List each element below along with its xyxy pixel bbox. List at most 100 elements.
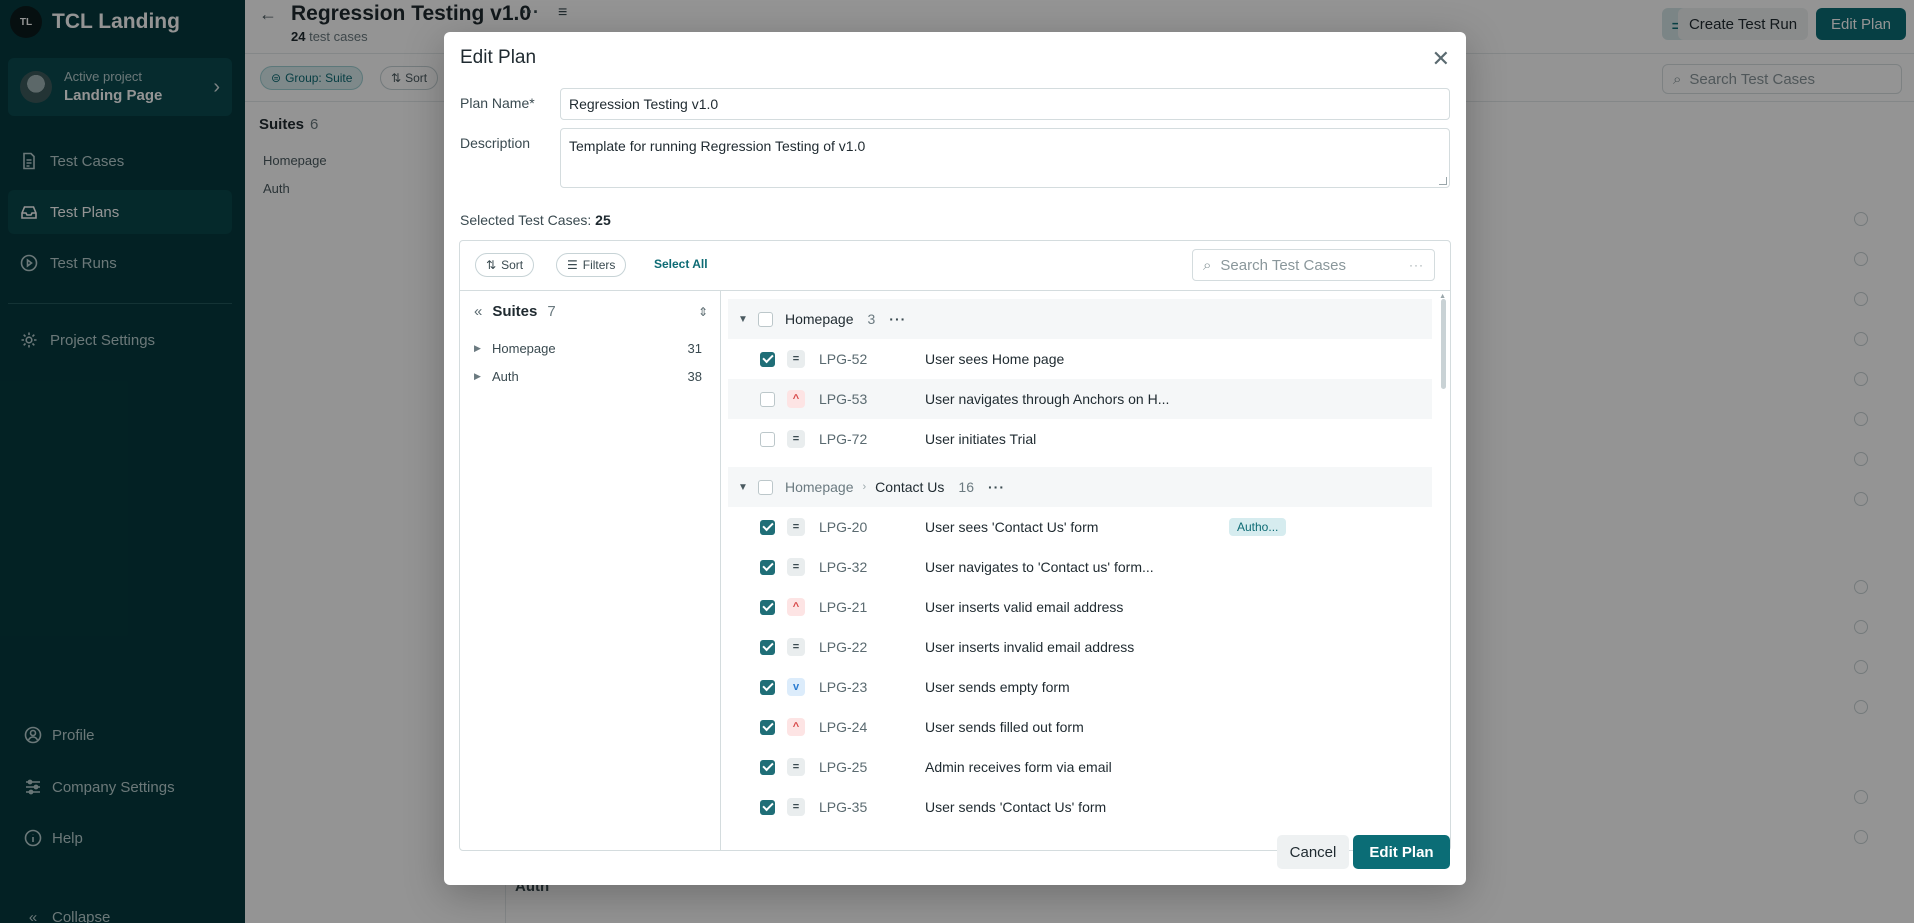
case-title: User sends empty form bbox=[925, 679, 1070, 695]
case-checkbox[interactable] bbox=[760, 559, 775, 575]
case-id: LPG-21 bbox=[819, 599, 868, 615]
test-case-row[interactable]: = LPG-25 Admin receives form via email bbox=[728, 747, 1432, 787]
case-title: User sees 'Contact Us' form bbox=[925, 519, 1099, 535]
more-options-icon[interactable]: ··· bbox=[988, 479, 1005, 495]
case-id: LPG-23 bbox=[819, 679, 868, 695]
tag-badge: Autho... bbox=[1229, 518, 1287, 536]
test-case-row[interactable]: = LPG-20 User sees 'Contact Us' form Autho.… bbox=[728, 507, 1432, 547]
case-checkbox[interactable] bbox=[760, 431, 775, 447]
picker-toolbar: ⇅ Sort ☰ Filters Select All ⌕ Search Test … bbox=[460, 241, 1450, 291]
suite-group-header[interactable]: ▼ Homepage › Contact Us 16 ··· bbox=[728, 467, 1432, 507]
case-id: LPG-53 bbox=[819, 391, 868, 407]
case-checkbox[interactable] bbox=[760, 639, 775, 655]
suites-title: Suites bbox=[492, 303, 538, 320]
group-checkbox[interactable] bbox=[758, 479, 773, 495]
priority-high-icon: ^ bbox=[787, 718, 805, 736]
test-case-row[interactable]: ^ LPG-24 User sends filled out form bbox=[728, 707, 1432, 747]
case-checkbox[interactable] bbox=[760, 519, 775, 535]
priority-high-icon: ^ bbox=[787, 390, 805, 408]
case-id: LPG-52 bbox=[819, 351, 868, 367]
suites-tree: « Suites 7 ⇕ ▶ Homepage 31 ▶ Auth 38 bbox=[460, 291, 721, 850]
chevron-right-icon: › bbox=[862, 481, 867, 493]
case-checkbox[interactable] bbox=[760, 799, 775, 815]
group-checkbox[interactable] bbox=[758, 311, 773, 327]
suite-group-header[interactable]: ▼ Homepage 3 ··· bbox=[728, 299, 1432, 339]
priority-normal-icon: = bbox=[787, 518, 805, 536]
resize-handle-icon[interactable] bbox=[1439, 177, 1447, 185]
tree-item-homepage[interactable]: ▶ Homepage 31 bbox=[474, 341, 702, 356]
filters-button[interactable]: ☰ Filters bbox=[556, 253, 627, 277]
description-text: Template for running Regression Testing … bbox=[569, 138, 866, 154]
priority-normal-icon: = bbox=[787, 758, 805, 776]
more-options-icon[interactable]: ··· bbox=[1409, 258, 1424, 272]
case-title: User inserts valid email address bbox=[925, 599, 1124, 615]
more-options-icon[interactable]: ··· bbox=[889, 311, 906, 327]
case-title: User sees Home page bbox=[925, 351, 1065, 367]
case-checkbox[interactable] bbox=[760, 719, 775, 735]
sort-button[interactable]: ⇅ Sort bbox=[475, 253, 535, 277]
group-count: 3 bbox=[867, 311, 876, 327]
suites-count: 7 bbox=[547, 303, 556, 320]
case-title: Admin receives form via email bbox=[925, 759, 1112, 775]
description-label: Description bbox=[460, 135, 531, 151]
test-case-row[interactable]: ^ LPG-21 User inserts valid email address bbox=[728, 587, 1432, 627]
save-plan-button[interactable]: Edit Plan bbox=[1353, 835, 1450, 869]
priority-normal-icon: = bbox=[787, 638, 805, 656]
select-all-link[interactable]: Select All bbox=[654, 257, 708, 271]
case-checkbox[interactable] bbox=[760, 391, 775, 407]
scrollbar[interactable] bbox=[1441, 299, 1446, 389]
dialog-title: Edit Plan bbox=[460, 47, 537, 68]
priority-normal-icon: = bbox=[787, 430, 805, 448]
plan-name-label: Plan Name* bbox=[460, 95, 535, 111]
double-chevron-left-icon[interactable]: « bbox=[474, 303, 482, 320]
search-icon: ⌕ bbox=[1203, 256, 1212, 274]
filter-icon: ☰ bbox=[567, 258, 578, 272]
test-case-row[interactable]: = LPG-72 User initiates Trial bbox=[728, 419, 1432, 459]
tree-item-auth[interactable]: ▶ Auth 38 bbox=[474, 369, 702, 384]
selected-test-cases-count: Selected Test Cases: 25 bbox=[460, 212, 611, 228]
caret-down-icon[interactable]: ▼ bbox=[738, 482, 758, 493]
description-textarea[interactable]: Template for running Regression Testing … bbox=[560, 128, 1450, 188]
case-id: LPG-25 bbox=[819, 759, 868, 775]
test-case-picker: ⇅ Sort ☰ Filters Select All ⌕ Search Test … bbox=[459, 240, 1451, 851]
test-case-row[interactable]: = LPG-32 User navigates to 'Contact us' fo… bbox=[728, 547, 1432, 587]
priority-high-icon: ^ bbox=[787, 598, 805, 616]
case-id: LPG-22 bbox=[819, 639, 868, 655]
breadcrumb[interactable]: Homepage bbox=[785, 479, 854, 495]
priority-normal-icon: = bbox=[787, 350, 805, 368]
case-checkbox[interactable] bbox=[760, 599, 775, 615]
caret-down-icon[interactable]: ▼ bbox=[738, 314, 758, 325]
test-case-row[interactable]: = LPG-35 User sends 'Contact Us' form bbox=[728, 787, 1432, 827]
suites-tree-header: « Suites 7 ⇕ bbox=[474, 303, 708, 320]
case-id: LPG-20 bbox=[819, 519, 868, 535]
priority-normal-icon: = bbox=[787, 798, 805, 816]
case-title: User sends filled out form bbox=[925, 719, 1084, 735]
edit-plan-dialog: Edit Plan ✕ Plan Name* Regression Testin… bbox=[444, 32, 1466, 885]
case-title: User navigates through Anchors on H... bbox=[925, 391, 1170, 407]
picker-search-input[interactable]: ⌕ Search Test Cases ··· bbox=[1192, 249, 1435, 281]
case-title: User sends 'Contact Us' form bbox=[925, 799, 1107, 815]
case-id: LPG-35 bbox=[819, 799, 868, 815]
case-checkbox[interactable] bbox=[760, 679, 775, 695]
test-case-row[interactable]: ^ LPG-53 User navigates through Anchors on… bbox=[728, 379, 1432, 419]
caret-right-icon[interactable]: ▶ bbox=[474, 343, 492, 354]
case-id: LPG-24 bbox=[819, 719, 868, 735]
test-case-row[interactable]: = LPG-22 User inserts invalid email addres… bbox=[728, 627, 1432, 667]
test-case-row[interactable]: = LPG-52 User sees Home page bbox=[728, 339, 1432, 379]
group-name: Homepage bbox=[785, 311, 854, 327]
test-case-list: ▲ ▼ ▼Homepage3···=LPG-52User sees Home p… bbox=[722, 291, 1450, 850]
caret-right-icon[interactable]: ▶ bbox=[474, 371, 492, 382]
test-case-row[interactable]: v LPG-23 User sends empty form bbox=[728, 667, 1432, 707]
close-icon[interactable]: ✕ bbox=[1432, 48, 1450, 70]
group-count: 16 bbox=[958, 479, 974, 495]
expand-collapse-icon[interactable]: ⇕ bbox=[698, 305, 708, 319]
plan-name-input[interactable]: Regression Testing v1.0 bbox=[560, 88, 1450, 120]
case-title: User initiates Trial bbox=[925, 431, 1037, 447]
case-checkbox[interactable] bbox=[760, 351, 775, 367]
case-checkbox[interactable] bbox=[760, 759, 775, 775]
case-id: LPG-72 bbox=[819, 431, 868, 447]
case-title: User inserts invalid email address bbox=[925, 639, 1135, 655]
cancel-button[interactable]: Cancel bbox=[1277, 835, 1349, 869]
priority-low-icon: v bbox=[787, 678, 805, 696]
priority-normal-icon: = bbox=[787, 558, 805, 576]
